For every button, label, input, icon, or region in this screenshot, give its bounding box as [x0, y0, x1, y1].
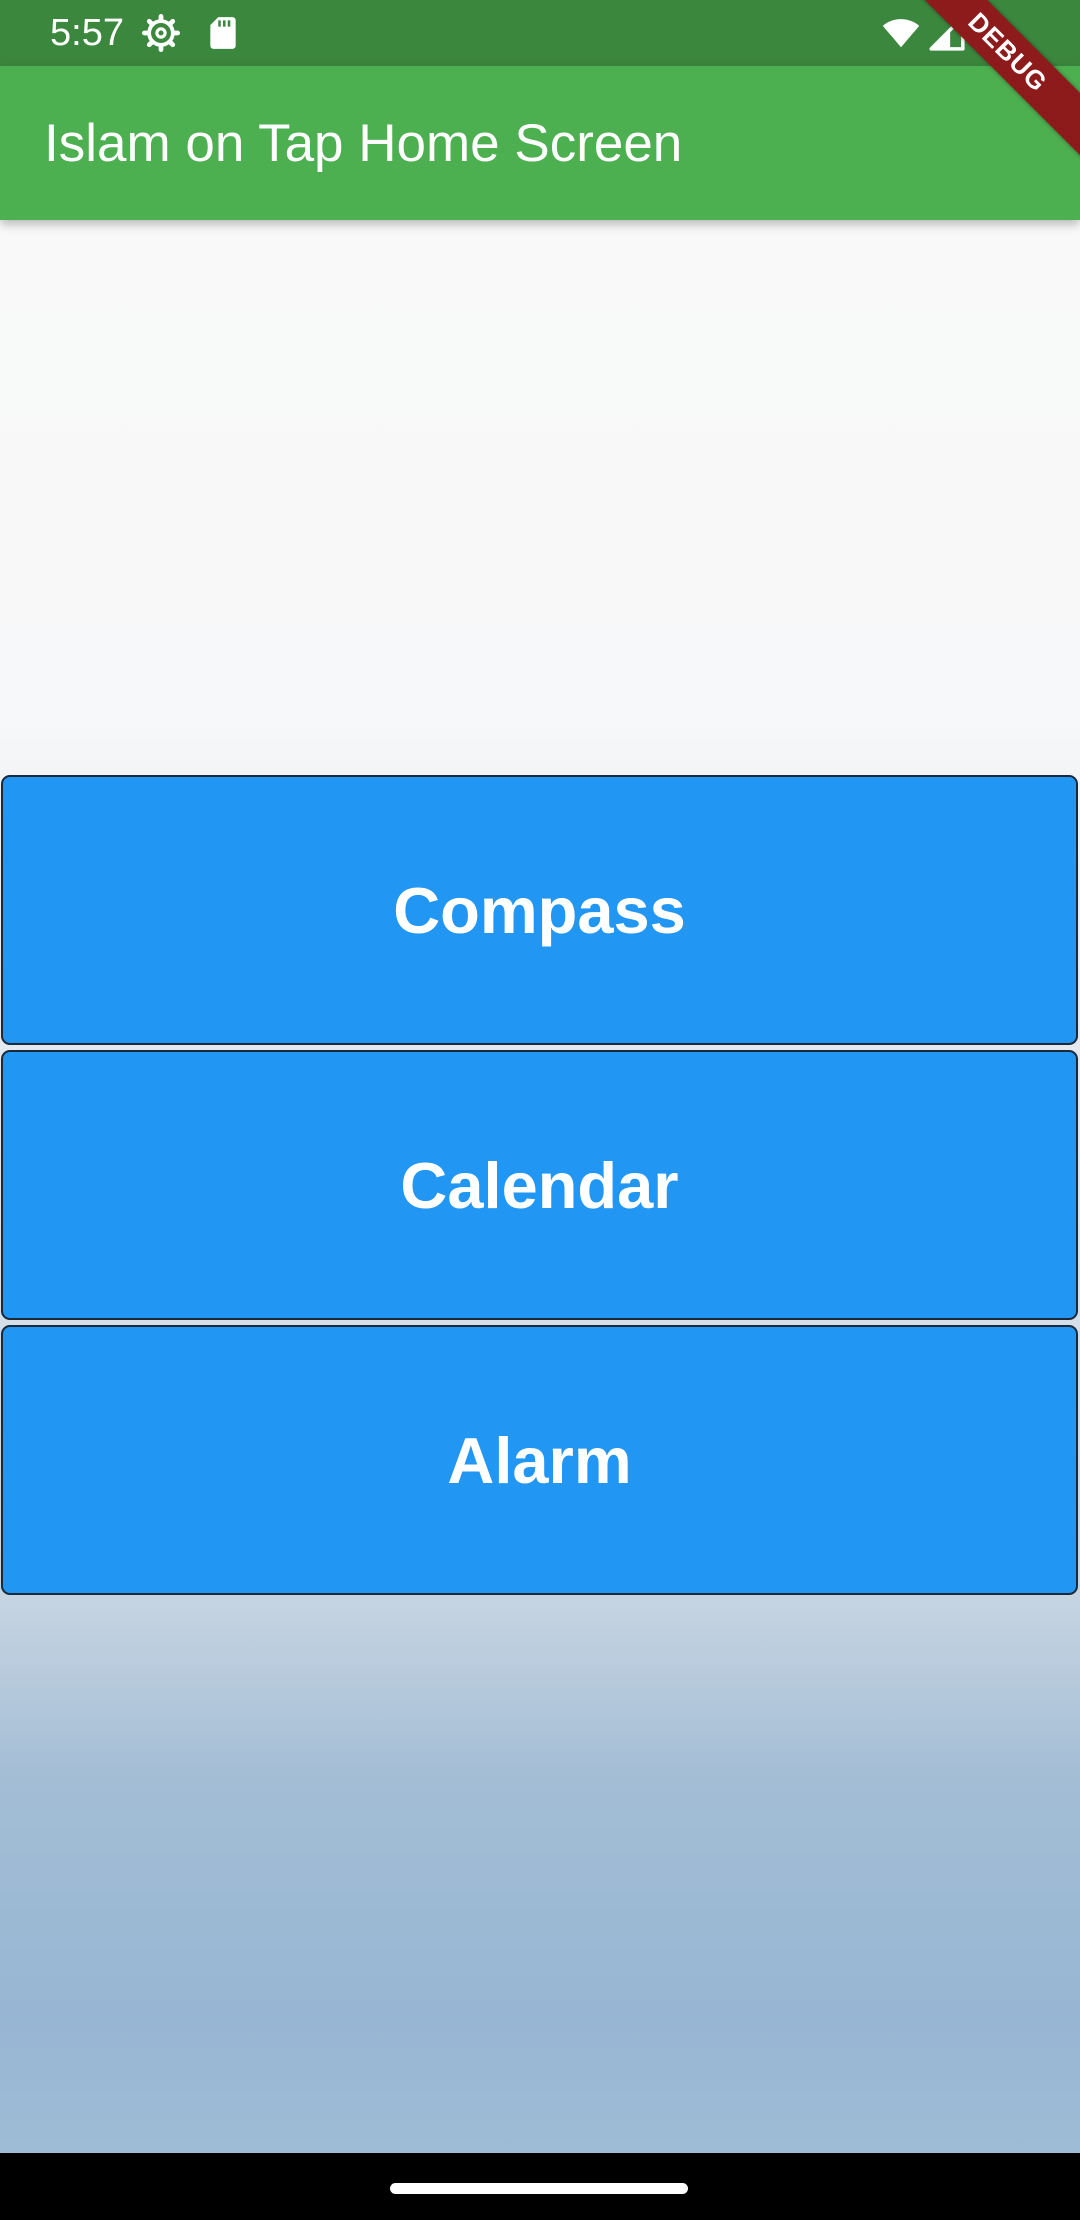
alarm-button[interactable]: Alarm — [1, 1325, 1078, 1595]
wifi-icon — [882, 19, 920, 48]
calendar-button[interactable]: Calendar — [1, 1050, 1078, 1320]
settings-gear-icon — [142, 14, 180, 52]
home-content: Compass Calendar Alarm — [0, 220, 1080, 2153]
status-time: 5:57 — [50, 12, 124, 54]
compass-button[interactable]: Compass — [1, 775, 1078, 1045]
home-gesture-handle[interactable] — [390, 2183, 688, 2194]
sd-card-icon — [210, 17, 236, 49]
status-bar: 5:57 — [0, 0, 1080, 66]
app-bar: Islam on Tap Home Screen — [0, 66, 1080, 220]
navigation-bar — [0, 2153, 1080, 2220]
app-title: Islam on Tap Home Screen — [44, 114, 683, 173]
